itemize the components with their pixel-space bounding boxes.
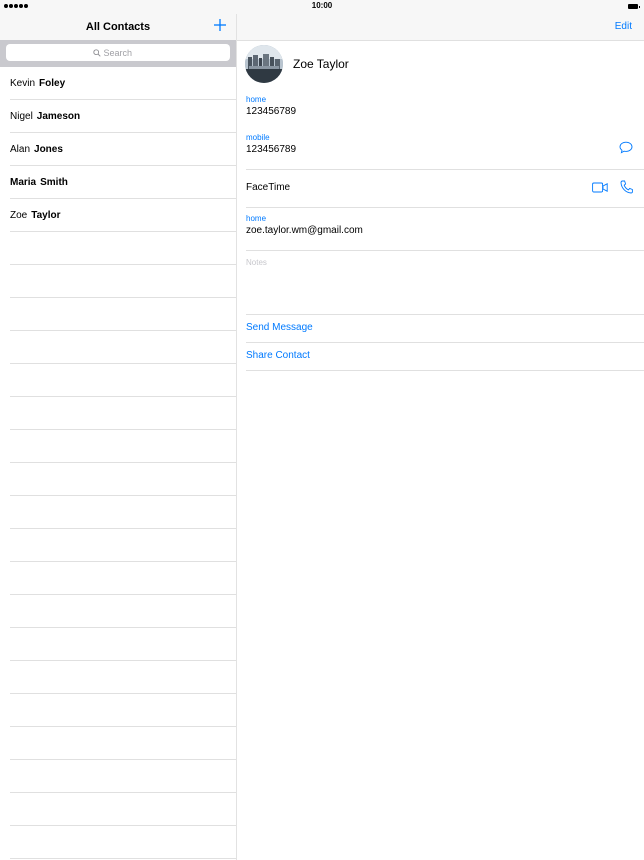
empty-list-row	[10, 232, 236, 265]
field-value: 123456789	[246, 144, 297, 155]
facetime-label[interactable]: FaceTime	[246, 182, 290, 193]
empty-list-row	[10, 364, 236, 397]
empty-list-row	[10, 727, 236, 760]
empty-list-row	[10, 826, 236, 859]
empty-list-row	[10, 760, 236, 793]
page-title: All Contacts	[85, 21, 151, 33]
empty-list-row	[10, 298, 236, 331]
contact-photo-icon	[245, 45, 283, 83]
empty-list-row	[10, 397, 236, 430]
contact-first-name: Alan	[10, 143, 31, 155]
contact-row-maria-smith[interactable]: Maria Smith	[10, 166, 236, 199]
empty-list-row	[10, 661, 236, 694]
contacts-nav-bar: All Contacts	[0, 14, 236, 40]
search-icon	[92, 48, 101, 57]
divider	[246, 342, 644, 343]
empty-list-row	[10, 793, 236, 826]
battery-icon	[628, 4, 640, 9]
detail-nav-bar: Edit	[237, 14, 644, 41]
empty-list-row	[10, 562, 236, 595]
contact-first-name: Nigel	[10, 110, 33, 122]
contact-last-name: Taylor	[31, 209, 61, 221]
notes-field[interactable]: Notes	[246, 258, 267, 267]
video-camera-icon[interactable]	[592, 182, 608, 193]
edit-button[interactable]: Edit	[615, 21, 632, 32]
field-label: mobile	[246, 133, 270, 142]
contact-first-name: Zoe	[10, 209, 28, 221]
empty-list-row	[10, 430, 236, 463]
empty-list-row	[10, 628, 236, 661]
divider	[246, 169, 644, 170]
search-bar	[0, 40, 236, 67]
empty-list-row	[10, 496, 236, 529]
phone-mobile-field[interactable]: mobile 123456789	[246, 133, 296, 155]
contact-row-alan-jones[interactable]: Alan Jones	[10, 133, 236, 166]
contacts-list-panel: All Contacts Kevin Foley Nigel Jameson A…	[0, 14, 237, 860]
send-message-button[interactable]: Send Message	[246, 322, 313, 333]
contact-last-name: Jones	[34, 143, 63, 155]
contact-first-name: Maria	[10, 176, 37, 188]
empty-list-row	[10, 529, 236, 562]
plus-icon[interactable]	[213, 18, 227, 32]
status-bar: 10:00	[0, 0, 644, 14]
share-contact-button[interactable]: Share Contact	[246, 350, 310, 361]
phone-icon[interactable]	[620, 180, 633, 194]
contact-name: Zoe Taylor	[293, 57, 349, 71]
field-label: home	[246, 214, 267, 223]
email-home-field[interactable]: home zoe.taylor.wm@gmail.com	[246, 214, 363, 236]
empty-list-row	[10, 331, 236, 364]
contact-first-name: Kevin	[10, 77, 36, 89]
contact-row-nigel-jameson[interactable]: Nigel Jameson	[10, 100, 236, 133]
divider	[246, 370, 644, 371]
contact-row-kevin-foley[interactable]: Kevin Foley	[10, 67, 236, 100]
divider	[246, 207, 644, 208]
empty-list-row	[10, 463, 236, 496]
contact-list: Kevin Foley Nigel Jameson Alan Jones Mar…	[0, 67, 236, 859]
field-value: zoe.taylor.wm@gmail.com	[246, 225, 363, 236]
divider	[246, 250, 644, 251]
field-label: home	[246, 95, 267, 104]
status-time: 10:00	[311, 1, 333, 10]
message-bubble-icon[interactable]	[619, 141, 633, 154]
search-input[interactable]	[103, 47, 144, 58]
divider	[246, 314, 644, 315]
empty-list-row	[10, 694, 236, 727]
phone-home-field[interactable]: home 123456789	[246, 95, 296, 117]
contact-last-name: Foley	[39, 77, 66, 89]
contact-last-name: Smith	[40, 176, 68, 188]
search-field[interactable]	[6, 44, 230, 61]
avatar[interactable]	[245, 45, 283, 83]
contact-row-zoe-taylor[interactable]: Zoe Taylor	[10, 199, 236, 232]
contact-detail-panel: Edit Zoe Taylor home 123456789 mobile 12…	[237, 14, 644, 860]
empty-list-row	[10, 595, 236, 628]
empty-list-row	[10, 265, 236, 298]
contact-last-name: Jameson	[36, 110, 81, 122]
field-value: 123456789	[246, 106, 297, 117]
